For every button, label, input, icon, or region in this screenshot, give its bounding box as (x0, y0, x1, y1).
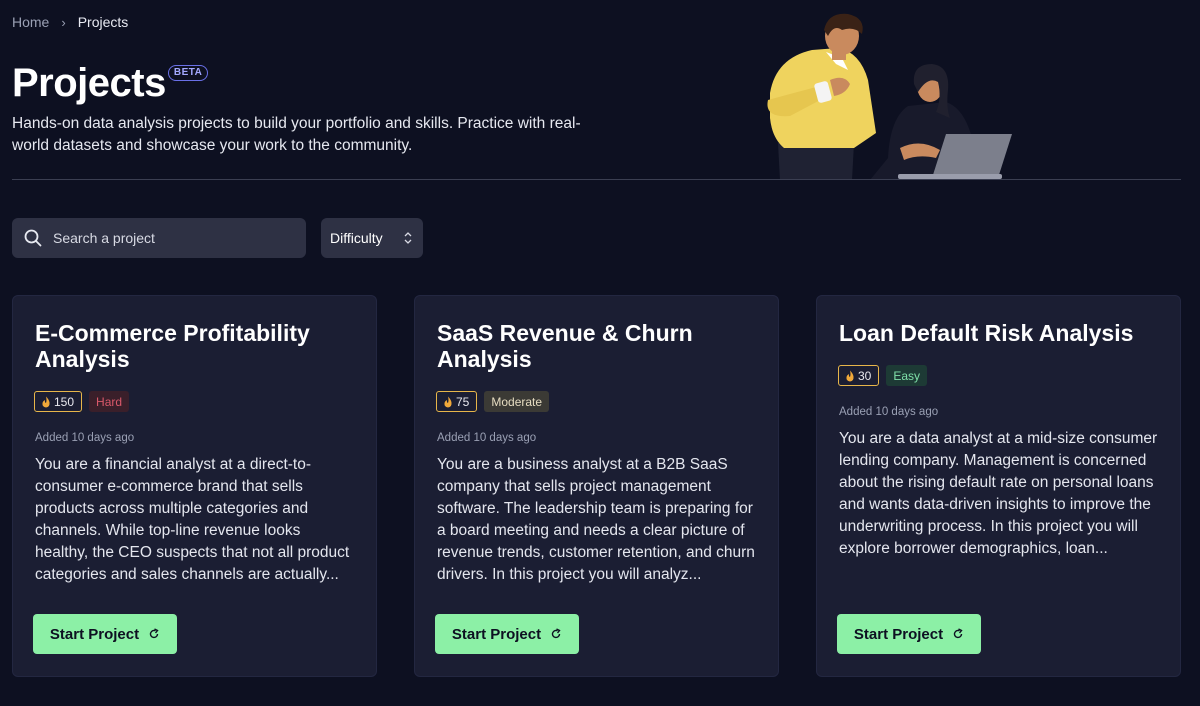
project-description: You are a data analyst at a mid-size con… (839, 430, 1158, 557)
project-title[interactable]: E-Commerce Profitability Analysis (35, 320, 355, 372)
search-input[interactable] (51, 229, 295, 247)
redo-arrow-icon (953, 628, 963, 639)
difficulty-badge: Hard (89, 391, 130, 412)
page-header: Projects BETA (12, 58, 209, 108)
project-badges: 30 Easy (838, 365, 928, 386)
header-divider (12, 179, 1181, 180)
start-project-label: Start Project (451, 625, 542, 643)
difficulty-badge: Moderate (484, 391, 550, 412)
breadcrumb-current: Projects (77, 14, 129, 30)
xp-badge: 75 (436, 391, 478, 412)
illustration-laptop-screen (932, 134, 1012, 178)
flame-icon (846, 370, 854, 381)
project-description: You are a financial analyst at a direct-… (35, 456, 350, 583)
start-project-label: Start Project (853, 625, 944, 643)
chevron-up-down-icon (404, 232, 412, 244)
project-title[interactable]: Loan Default Risk Analysis (839, 320, 1159, 346)
start-project-button[interactable]: Start Project (837, 614, 981, 654)
start-project-button[interactable]: Start Project (33, 614, 177, 654)
xp-value: 150 (54, 394, 75, 409)
project-badges: 150 Hard (34, 391, 130, 412)
search-box[interactable] (12, 218, 306, 258)
xp-badge: 30 (838, 365, 880, 386)
breadcrumb-separator: › (61, 14, 66, 30)
start-project-label: Start Project (49, 625, 140, 643)
difficulty-select-label: Difficulty (330, 230, 383, 246)
page-subtitle: Hands-on data analysis projects to build… (12, 115, 581, 154)
project-badges: 75 Moderate (436, 391, 550, 412)
search-icon (24, 229, 42, 247)
project-card: Loan Default Risk Analysis 30 Easy Added… (816, 295, 1181, 677)
hero-illustration (767, 13, 1012, 180)
redo-arrow-icon (149, 628, 159, 639)
page-title: Projects (12, 61, 166, 105)
redo-arrow-icon (551, 628, 561, 639)
breadcrumb-home-link[interactable]: Home (12, 14, 49, 30)
xp-value: 75 (456, 394, 470, 409)
xp-badge: 150 (34, 391, 83, 412)
project-title[interactable]: SaaS Revenue & Churn Analysis (437, 320, 757, 372)
illustration-man-pants (778, 143, 854, 180)
difficulty-select[interactable]: Difficulty (321, 218, 423, 258)
start-project-button[interactable]: Start Project (435, 614, 579, 654)
flame-icon (444, 396, 452, 407)
xp-value: 30 (858, 368, 872, 383)
project-card: SaaS Revenue & Churn Analysis 75 Moderat… (414, 295, 779, 677)
difficulty-badge: Easy (886, 365, 928, 386)
beta-badge: BETA (167, 65, 209, 81)
added-date: Added 10 days ago (839, 406, 939, 418)
project-description: You are a business analyst at a B2B SaaS… (437, 456, 755, 583)
flame-icon (42, 396, 50, 407)
added-date: Added 10 days ago (35, 432, 135, 444)
added-date: Added 10 days ago (437, 432, 537, 444)
breadcrumb: Home › Projects (12, 14, 128, 30)
project-card: E-Commerce Profitability Analysis 150 Ha… (12, 295, 377, 677)
